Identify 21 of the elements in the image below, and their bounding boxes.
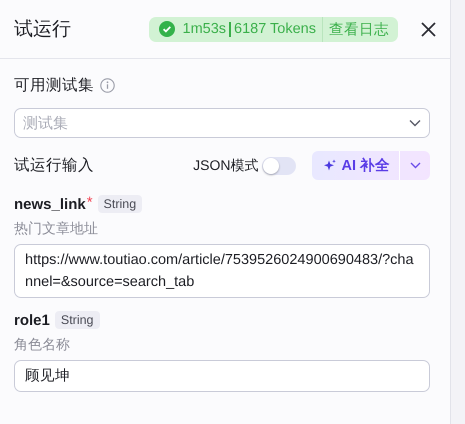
chevron-down-icon xyxy=(409,119,421,127)
variable-name: news_link xyxy=(14,196,86,212)
json-mode-toggle[interactable] xyxy=(262,156,296,174)
duration-text: 1m53s xyxy=(182,22,232,36)
type-tag: String xyxy=(54,311,100,329)
section-label: 可用测试集 xyxy=(14,76,94,96)
chevron-down-icon xyxy=(410,162,420,169)
token-count: 6187 Tokens xyxy=(233,21,317,37)
panel-title: 试运行 xyxy=(14,18,71,42)
required-mark: * xyxy=(86,194,93,211)
input-field[interactable]: 顾见坤 xyxy=(14,360,430,392)
close-icon[interactable] xyxy=(421,22,436,36)
info-icon[interactable] xyxy=(100,78,115,93)
sparkle-icon xyxy=(323,159,336,172)
variable-description: 角色名称 xyxy=(14,336,71,354)
type-tag: String xyxy=(98,195,142,213)
variable-description: 热门文章地址 xyxy=(14,220,99,238)
json-mode-label: JSON模式 xyxy=(193,156,258,174)
input-field[interactable]: https://www.toutiao.com/article/7539526024900690483/?channel=&source=search_tab xyxy=(14,244,430,298)
section-label: 试运行输入 xyxy=(14,156,94,176)
variable-name: role1 xyxy=(14,312,50,328)
